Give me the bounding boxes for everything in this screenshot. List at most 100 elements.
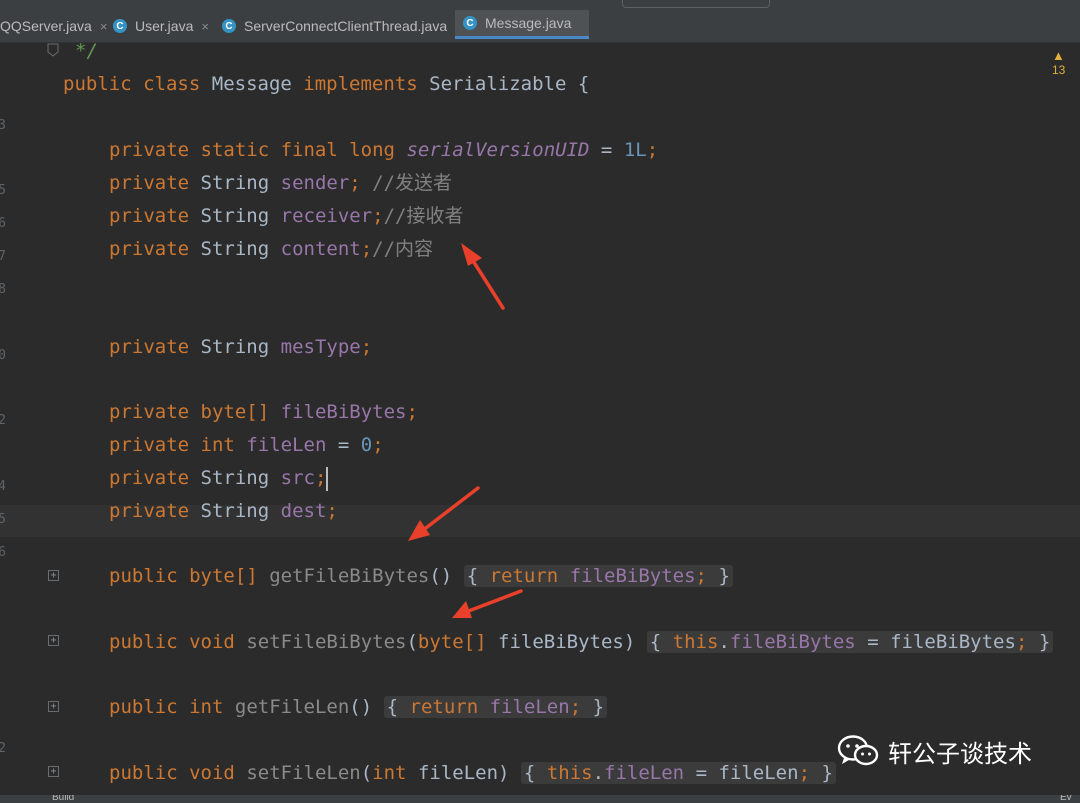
keyword-token: private [109,401,190,423]
keyword-token: private [109,205,190,227]
line-number: 5 [0,512,6,527]
keyword-token: return [489,565,559,587]
type-token: int [372,762,407,784]
brace-token: } [1038,631,1051,653]
keyword-token: private [109,336,190,358]
semicolon-token: ; [360,238,373,260]
folded-body[interactable]: { return fileBiBytes; } [463,565,733,587]
operator-token: = [337,434,350,456]
keyword-token: return [409,696,479,718]
code-line-receiver: private String receiver;//接收者 [109,200,463,232]
type-token: String [200,205,270,227]
folded-body[interactable]: { this.fileBiBytes = fileBiBytes; } [646,631,1054,653]
semicolon-token: ; [406,401,418,423]
type-token: String [200,238,270,260]
line-number: 5 [0,183,6,198]
type-token: byte[] [417,631,487,653]
keyword-token: private [109,500,190,522]
build-tool-button[interactable]: Build [52,795,74,803]
keyword-token: private [109,467,190,489]
type-token: int [200,434,235,456]
code-line-get-filebibytes: public byte[] getFileBiBytes() { return … [109,560,733,592]
method-name-token: setFileLen [246,762,361,784]
code-line-dest: private String dest; [109,495,338,527]
fold-toggle-icon[interactable]: + [48,635,59,646]
tab-message[interactable]: C Message.java [455,10,589,39]
parameter-token: fileLen [718,762,799,784]
field-token: fileBiBytes [280,401,407,423]
keyword-token: public [63,73,132,95]
watermark-text: 轩公子谈技术 [888,739,1032,768]
semicolon-token: ; [695,565,707,587]
close-icon[interactable]: × [201,19,209,34]
keyword-token: implements [303,73,418,95]
folded-body[interactable]: { return fileLen; } [383,696,608,718]
field-token: fileBiBytes [569,565,696,587]
semicolon-token: ; [1015,631,1028,653]
fold-toggle-icon[interactable]: + [48,766,59,777]
java-class-icon: C [463,16,477,30]
close-icon[interactable]: × [100,19,108,34]
field-token: content [280,238,361,260]
code-editor[interactable]: 3 5 6 7 8 0 2 4 5 6 2 + + + + */ public … [0,40,1080,795]
fold-toggle-icon[interactable]: + [48,570,59,581]
keyword-token: this [546,762,593,784]
operator-token: = [600,139,613,161]
editor-tab-bar: QQServer.java × C User.java × C ServerCo… [0,0,1080,43]
interface-name-token: Serializable [429,73,567,95]
paren-token: ( [360,762,373,784]
folded-body[interactable]: { this.fileLen = fileLen; } [520,762,836,784]
line-number: 6 [0,216,6,231]
field-token: fileLen [604,762,685,784]
semicolon-token: ; [349,172,361,194]
type-token: void [189,631,235,653]
keyword-token: public [109,762,178,784]
type-token: String [200,467,270,489]
event-log-button[interactable]: Ev [1060,795,1072,803]
run-config-selector[interactable] [622,0,770,8]
field-token: fileLen [246,434,327,456]
keyword-token: private [109,172,190,194]
field-token: serialVersionUID [406,139,590,161]
fold-end-icon[interactable] [47,43,59,57]
brace-token: } [718,565,730,587]
comment-token: //接收者 [383,205,464,227]
code-line-mestype: private String mesType; [109,331,372,363]
tab-user[interactable]: C User.java × [113,10,209,42]
code-line-content: private String content;//内容 [109,233,433,265]
paren-token: () [429,565,453,587]
line-number: 2 [0,741,6,756]
tab-label: QQServer.java [0,18,92,34]
java-class-icon: C [113,19,127,33]
text-caret [326,466,329,491]
type-token: byte[] [200,401,270,423]
code-line-src: private String src; [109,462,329,494]
semicolon-token: ; [646,139,659,161]
keyword-token: this [672,631,719,653]
number-token: 0 [360,434,373,456]
line-number: 2 [0,413,6,428]
method-name-token: setFileBiBytes [246,631,407,653]
paren-token: () [349,696,373,718]
comment-token: //内容 [372,238,434,260]
fold-toggle-icon[interactable]: + [48,701,59,712]
wechat-watermark: 轩公子谈技术 [836,733,1032,769]
semicolon-token: ; [569,696,582,718]
keyword-token: private static final long [109,139,395,161]
code-line-serial-version: private static final long serialVersionU… [109,134,658,166]
comment-token: */ [75,40,98,62]
parameter-token: fileBiBytes [890,631,1016,653]
paren-token: ) [623,631,636,653]
java-class-icon: C [222,19,236,33]
brace-token: { [649,631,662,653]
tab-server-connect-client-thread[interactable]: C ServerConnectClientThread.java × [222,10,463,42]
line-number: 7 [0,249,6,264]
code-line-set-filelen: public void setFileLen(int fileLen) { th… [109,757,836,789]
type-token: void [189,762,235,784]
operator-token: = [695,762,708,784]
semicolon-token: ; [798,762,811,784]
line-number: 6 [0,545,6,560]
keyword-token: public [109,631,178,653]
code-line-class-decl: public class Message implements Serializ… [63,68,589,100]
brace-token: { [466,565,479,587]
